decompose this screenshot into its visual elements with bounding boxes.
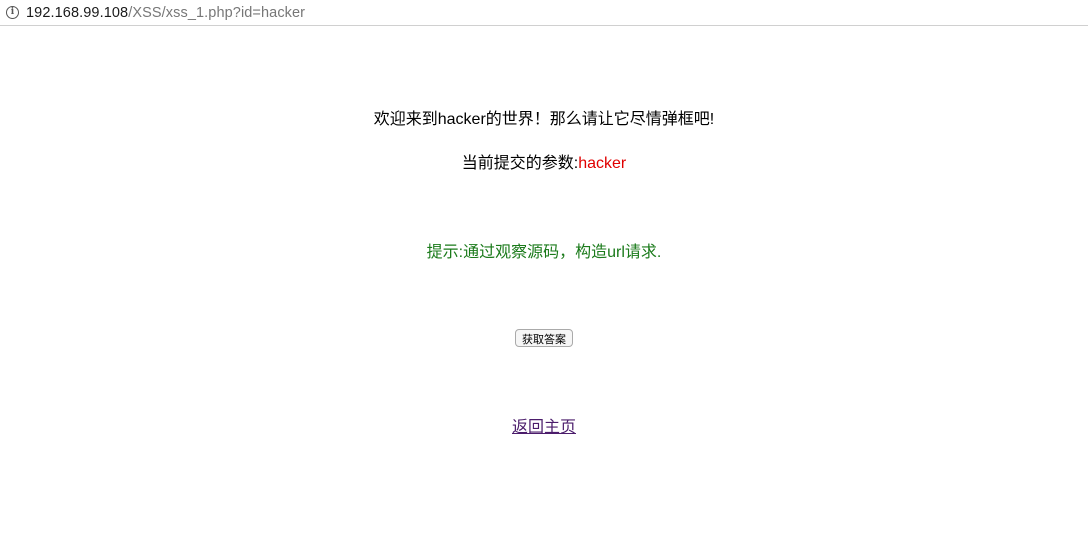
back-home-link[interactable]: 返回主页 xyxy=(512,419,576,436)
current-param: 当前提交的参数:hacker xyxy=(0,149,1088,173)
url-text[interactable]: 192.168.99.108/XSS/xss_1.php?id=hacker xyxy=(26,5,305,21)
address-bar[interactable]: i 192.168.99.108/XSS/xss_1.php?id=hacker xyxy=(0,0,1088,26)
param-label: 当前提交的参数: xyxy=(461,155,579,172)
url-host: 192.168.99.108 xyxy=(26,4,129,21)
get-answer-button[interactable]: 获取答案 xyxy=(515,329,573,347)
param-value: hacker xyxy=(578,155,627,172)
welcome-message: 欢迎来到hacker的世界！那么请让它尽情弹框吧! xyxy=(373,111,715,128)
home-link-wrap: 返回主页 xyxy=(0,413,1088,437)
info-icon[interactable]: i xyxy=(6,6,19,19)
page-content: 欢迎来到hacker的世界！那么请让它尽情弹框吧! 当前提交的参数:hacker… xyxy=(0,26,1088,547)
url-path: /XSS/xss_1.php?id=hacker xyxy=(128,4,306,21)
hint-message: 提示:通过观察源码，构造url请求. xyxy=(426,244,662,261)
answer-button-wrap: 获取答案 xyxy=(0,329,1088,348)
